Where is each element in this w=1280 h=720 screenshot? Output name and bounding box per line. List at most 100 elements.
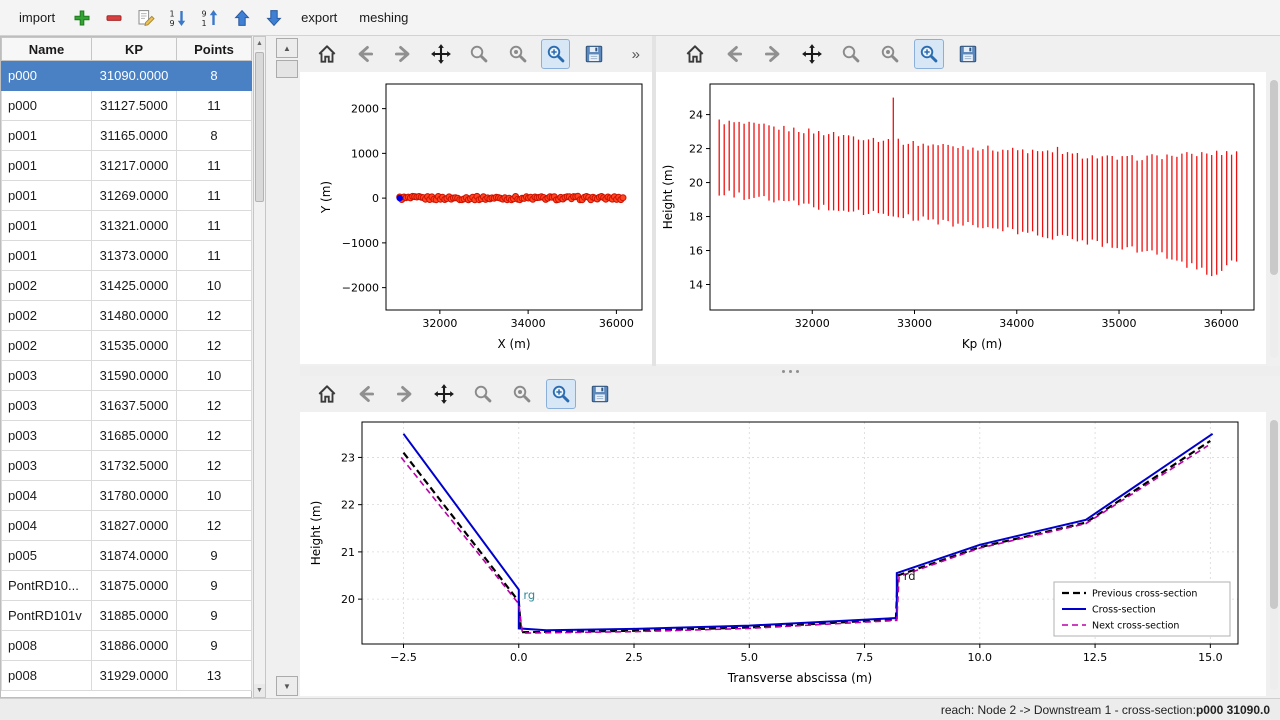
cell-name[interactable]: p002 (2, 331, 92, 361)
panel-scroll-down-button[interactable]: ▼ (276, 676, 298, 696)
panel-scrollbar[interactable]: ▲ ▼ (276, 36, 298, 698)
cell-points[interactable]: 12 (177, 331, 252, 361)
figure-options-button[interactable] (875, 39, 905, 69)
table-row[interactable]: p00231425.000010 (2, 271, 252, 301)
cell-points[interactable]: 11 (177, 241, 252, 271)
cell-kp[interactable]: 31321.0000 (92, 211, 177, 241)
zoom-rect-button[interactable] (914, 39, 944, 69)
cell-kp[interactable]: 31425.0000 (92, 271, 177, 301)
panel-scrollbar-thumb[interactable] (276, 60, 298, 78)
table-row[interactable]: p00331685.000012 (2, 421, 252, 451)
export-button[interactable]: export (292, 6, 346, 29)
table-scroll-down-icon[interactable]: ▼ (254, 684, 265, 697)
table-row[interactable]: p00331590.000010 (2, 361, 252, 391)
panel-scrollbar-track[interactable] (276, 78, 298, 676)
cell-points[interactable]: 13 (177, 661, 252, 691)
cell-kp[interactable]: 31780.0000 (92, 481, 177, 511)
cross-section-canvas[interactable]: −2.50.02.55.07.510.012.515.020212223Tran… (300, 412, 1266, 696)
table-scrollbar-thumb[interactable] (255, 52, 264, 202)
cell-name[interactable]: p002 (2, 271, 92, 301)
cell-kp[interactable]: 31886.0000 (92, 631, 177, 661)
cell-points[interactable]: 12 (177, 511, 252, 541)
cell-points[interactable]: 12 (177, 451, 252, 481)
cell-points[interactable]: 8 (177, 121, 252, 151)
cell-points[interactable]: 9 (177, 571, 252, 601)
pan-button[interactable] (797, 39, 827, 69)
horizontal-splitter[interactable] (300, 366, 1280, 376)
save-button[interactable] (953, 39, 983, 69)
zoom-button[interactable] (465, 39, 494, 69)
table-row[interactable]: p00131373.000011 (2, 241, 252, 271)
table-row[interactable]: p00331637.500012 (2, 391, 252, 421)
remove-cross-section-button[interactable] (100, 4, 128, 32)
cell-points[interactable]: 11 (177, 211, 252, 241)
table-row[interactable]: p00031127.500011 (2, 91, 252, 121)
cell-kp[interactable]: 31373.0000 (92, 241, 177, 271)
sort-descending-button[interactable]: 19 (164, 4, 192, 32)
table-row[interactable]: p00231480.000012 (2, 301, 252, 331)
cell-name[interactable]: p002 (2, 301, 92, 331)
cross-section-scrollbar[interactable] (1270, 420, 1278, 690)
cell-points[interactable]: 11 (177, 91, 252, 121)
move-down-button[interactable] (260, 4, 288, 32)
save-button[interactable] (579, 39, 608, 69)
cell-kp[interactable]: 31217.0000 (92, 151, 177, 181)
home-button[interactable] (312, 379, 342, 409)
pan-button[interactable] (429, 379, 459, 409)
table-row[interactable]: PontRD101v31885.00009 (2, 601, 252, 631)
table-row[interactable]: p00831886.00009 (2, 631, 252, 661)
cell-kp[interactable]: 31535.0000 (92, 331, 177, 361)
cell-points[interactable]: 9 (177, 631, 252, 661)
cell-name[interactable]: p001 (2, 241, 92, 271)
longitudinal-scrollbar-thumb[interactable] (1270, 80, 1278, 275)
cell-kp[interactable]: 31885.0000 (92, 601, 177, 631)
cell-name[interactable]: p003 (2, 361, 92, 391)
back-button[interactable] (719, 39, 749, 69)
cell-name[interactable]: p000 (2, 91, 92, 121)
cell-kp[interactable]: 31827.0000 (92, 511, 177, 541)
cell-name[interactable]: p001 (2, 151, 92, 181)
cell-points[interactable]: 11 (177, 151, 252, 181)
back-button[interactable] (350, 39, 379, 69)
cell-points[interactable]: 10 (177, 271, 252, 301)
cell-name[interactable]: p001 (2, 211, 92, 241)
cell-kp[interactable]: 31685.0000 (92, 421, 177, 451)
table-row[interactable]: p00431780.000010 (2, 481, 252, 511)
toolbar-overflow-chevron[interactable]: » (632, 46, 640, 63)
table-row[interactable]: p00231535.000012 (2, 331, 252, 361)
table-row[interactable]: p00831929.000013 (2, 661, 252, 691)
forward-button[interactable] (390, 379, 420, 409)
cell-name[interactable]: p005 (2, 541, 92, 571)
zoom-button[interactable] (468, 379, 498, 409)
cell-name[interactable]: PontRD10... (2, 571, 92, 601)
zoom-rect-button[interactable] (546, 379, 576, 409)
panel-scroll-up-button[interactable]: ▲ (276, 38, 298, 58)
column-header-name[interactable]: Name (2, 38, 92, 61)
zoom-rect-button[interactable] (541, 39, 570, 69)
home-button[interactable] (312, 39, 341, 69)
table-scrollbar[interactable]: ▲ ▼ (253, 36, 266, 698)
table-row[interactable]: p00131165.00008 (2, 121, 252, 151)
longitudinal-view-canvas[interactable]: 3200033000340003500036000141618202224Kp … (656, 72, 1266, 364)
add-cross-section-button[interactable] (68, 4, 96, 32)
figure-options-button[interactable] (507, 379, 537, 409)
cell-name[interactable]: p001 (2, 121, 92, 151)
cell-name[interactable]: p001 (2, 181, 92, 211)
cell-points[interactable]: 12 (177, 301, 252, 331)
zoom-button[interactable] (836, 39, 866, 69)
meshing-button[interactable]: meshing (350, 6, 417, 29)
home-button[interactable] (680, 39, 710, 69)
cell-points[interactable]: 8 (177, 61, 252, 91)
longitudinal-scrollbar[interactable] (1270, 80, 1278, 358)
import-button[interactable]: import (10, 6, 64, 29)
cell-kp[interactable]: 31590.0000 (92, 361, 177, 391)
table-scrollbar-track[interactable] (254, 50, 265, 684)
save-button[interactable] (585, 379, 615, 409)
move-up-button[interactable] (228, 4, 256, 32)
edit-cross-section-button[interactable] (132, 4, 160, 32)
cell-name[interactable]: p003 (2, 421, 92, 451)
cell-kp[interactable]: 31127.5000 (92, 91, 177, 121)
cross-section-scrollbar-thumb[interactable] (1270, 420, 1278, 609)
cell-name[interactable]: p003 (2, 451, 92, 481)
cell-kp[interactable]: 31732.5000 (92, 451, 177, 481)
